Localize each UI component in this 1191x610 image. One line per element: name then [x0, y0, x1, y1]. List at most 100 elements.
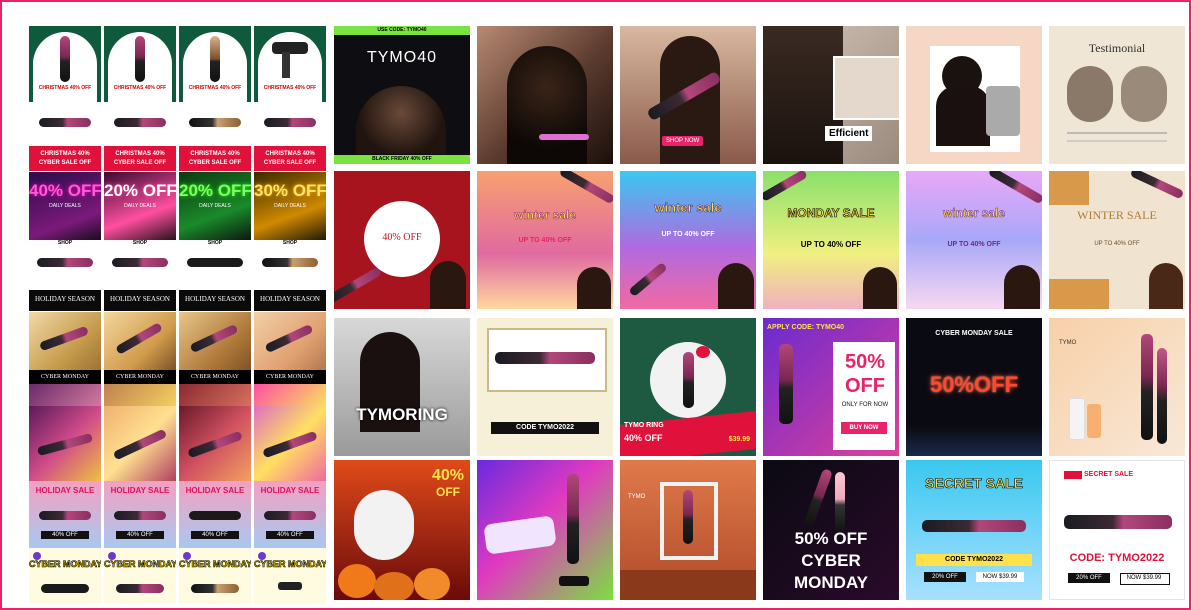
footer-text: HOLIDAY SEASON — [110, 295, 170, 303]
lux-ad[interactable]: CYBER MONDAY — [179, 312, 251, 406]
brush-image — [262, 430, 318, 459]
buy-now-button[interactable]: BUY NOW — [841, 425, 887, 431]
model-photo — [1004, 265, 1040, 309]
ad-tile-secret-sale[interactable]: SECRET SALE CODE TYMO2022 20% OFF NOW $3… — [906, 460, 1042, 600]
ad-tile-secret-sale-code[interactable]: SECRET SALE CODE: TYMO2022 20% OFF NOW $… — [1049, 460, 1185, 600]
ad-tile-tymoring[interactable]: TYMORING — [334, 318, 470, 456]
ad-tile-monday-sale[interactable]: MONDAY SALE UP TO 40% OFF — [763, 171, 899, 309]
discount-percent: 40% — [431, 467, 464, 484]
brush-image — [495, 352, 595, 364]
testimonial-title: Testimonial — [1088, 41, 1146, 55]
holiday-sale-ad[interactable]: HOLIDAY SALE 40% OFF — [254, 481, 326, 548]
brush-image — [262, 258, 318, 267]
shop-label: SHOP — [207, 240, 223, 246]
headline: HOLIDAY SALE — [110, 486, 170, 495]
promo-code: CODE TYMO2022 — [945, 556, 1003, 563]
promo-code: CODE: TYMO2022 — [1069, 552, 1165, 564]
subtext: ONLY FOR NOW — [841, 402, 889, 408]
ad-tile-testimonial[interactable]: Testimonial — [1049, 26, 1185, 164]
discount-text: 50% OFF — [794, 529, 868, 548]
holiday-sale-ad[interactable]: HOLIDAY SALE 40% OFF — [179, 481, 251, 548]
brand-code: TYMO40 — [366, 49, 437, 66]
holiday-sale-ad[interactable]: HOLIDAY SALE 40% OFF — [104, 481, 176, 548]
ad-tile-50-off[interactable]: APPLY CODE: TYMO40 50% OFF ONLY FOR NOW … — [763, 318, 899, 456]
brush-image — [835, 472, 845, 532]
headline: CYBER MONDAY — [29, 559, 101, 569]
brush-image — [567, 474, 579, 564]
glitter-ad[interactable] — [29, 406, 101, 481]
lux-ad[interactable]: CYBER MONDAY — [254, 312, 326, 406]
neon-sale-ad[interactable]: 20% OFF DAILY DEALS SHOP HOLIDAY SEASON — [179, 172, 251, 311]
tagline: DAILY DEALS — [274, 203, 306, 209]
shop-now-pill: SHOP NOW — [662, 136, 704, 146]
discount-badge: 20% OFF — [179, 181, 251, 200]
cyber-monday-ad[interactable]: CYBER MONDAY — [179, 548, 251, 604]
model-photo — [577, 267, 611, 309]
glitter-ad[interactable] — [179, 406, 251, 481]
holiday-sale-ad[interactable]: HOLIDAY SALE 40% OFF — [29, 481, 101, 548]
brush-image — [39, 511, 91, 520]
headline: CYBER MONDAY — [104, 559, 176, 569]
ad-tile-tymo-frame[interactable]: TYMO — [620, 460, 756, 600]
shop-label: SHOP — [57, 240, 73, 246]
promo-text: CYBER MONDAY — [191, 374, 239, 380]
promo-text: CHRISTMAS 40% — [265, 151, 315, 157]
brush-image — [114, 511, 166, 520]
secret-sale-flag: SECRET SALE — [1084, 471, 1134, 478]
neon-sale-ad[interactable]: 20% OFF DAILY DEALS SHOP HOLIDAY SEASON — [104, 172, 176, 311]
brush-image — [922, 520, 1026, 532]
ad-tile-tymo-product[interactable]: TYMO — [1049, 318, 1185, 456]
brush-image — [779, 344, 793, 424]
ad-tile-tymo40[interactable]: USE CODE: TYMO40 TYMO40 BLACK FRIDAY 40%… — [334, 26, 470, 164]
lux-ad[interactable]: CYBER MONDAY — [104, 312, 176, 406]
christmas-ad[interactable]: CHRISTMAS 40% OFF CHRISTMAS 40% CYBER SA… — [254, 26, 326, 171]
headline: HOLIDAY SALE — [260, 486, 320, 495]
ad-tile-ornament[interactable]: 40% OFF — [334, 171, 470, 309]
customer-photo — [1067, 66, 1113, 122]
ad-tile-efficient[interactable]: Efficient — [763, 26, 899, 164]
ad-tile-tymo-ring[interactable]: TYMO RING 40% OFF $39.99 — [620, 318, 756, 456]
ad-tile-winter-sale[interactable]: winter sale UP TO 40% OFF — [906, 171, 1042, 309]
ad-tile-code[interactable]: CODE TYMO2022 — [477, 318, 613, 456]
headline: CYBER MONDAY — [254, 559, 326, 569]
christmas-ad[interactable]: CHRISTMAS 40% OFF CHRISTMAS 40% CYBER SA… — [179, 26, 251, 171]
brush-image — [60, 36, 70, 82]
headline: MONDAY SALE — [787, 206, 875, 220]
christmas-ad[interactable]: CHRISTMAS 40% OFF CHRISTMAS 40% CYBER SA… — [104, 26, 176, 171]
promo-text: CYBER SALE OFF — [113, 160, 167, 166]
discount-text: UP TO 40% OFF — [518, 237, 572, 244]
discount-badge: 40% OFF — [29, 181, 101, 200]
discount-percent: 50% — [844, 351, 886, 373]
christmas-ad[interactable]: CHRISTMAS 40% OFF CHRISTMAS 40% CYBER SA… — [29, 26, 101, 171]
shop-label: SHOP — [132, 240, 148, 246]
ad-tile-cyber-neon[interactable]: CYBER MONDAY SALE 50%OFF — [906, 318, 1042, 456]
ad-tile-halloween[interactable]: 40% OFF — [334, 460, 470, 600]
headline: winter sale — [942, 206, 1006, 220]
ad-tile-hair-photo[interactable] — [477, 26, 613, 164]
efficient-label: Efficient — [825, 126, 873, 141]
promo-text: CYBER SALE OFF — [263, 160, 317, 166]
tagline: DAILY DEALS — [124, 203, 156, 209]
ad-tile-winter-sale-classic[interactable]: WINTER SALE UP TO 40% OFF — [1049, 171, 1185, 309]
cyber-monday-ad[interactable]: CYBER MONDAY — [29, 548, 101, 604]
lux-ad[interactable]: CYBER MONDAY — [29, 312, 101, 406]
model-photo — [763, 26, 843, 164]
ad-tile-cyber-monday-50[interactable]: 50% OFF CYBER MONDAY — [763, 460, 899, 600]
ad-tile-winter-sale[interactable]: winter sale UP TO 40% OFF — [477, 171, 613, 309]
glitter-ad[interactable] — [254, 406, 326, 481]
cyber-monday-ad[interactable]: CYBER MONDAY — [254, 548, 326, 604]
neon-sale-ad[interactable]: 40% OFF DAILY DEALS SHOP HOLIDAY SEASON — [29, 172, 101, 311]
neon-sale-ad[interactable]: 30% OFF DAILY DEALS SHOP HOLIDAY SEASON — [254, 172, 326, 311]
footer-text: HOLIDAY SEASON — [260, 295, 320, 303]
ad-tile-winter-sale[interactable]: winter sale UP TO 40% OFF — [620, 171, 756, 309]
ad-tile-straightening[interactable] — [906, 26, 1042, 164]
cyber-monday-ad[interactable]: CYBER MONDAY — [104, 548, 176, 604]
discount-neon: 50%OFF — [929, 372, 1019, 397]
promo-text: CHRISTMAS 40% — [115, 151, 165, 157]
ad-tile-tymo-sale-colorful[interactable] — [477, 460, 613, 600]
ad-tile-brush-use[interactable]: SHOP NOW — [620, 26, 756, 164]
headline: WINTER SALE — [1077, 208, 1157, 222]
model-photo — [1149, 263, 1183, 309]
glitter-ad[interactable] — [104, 406, 176, 481]
brush-image — [187, 258, 243, 267]
